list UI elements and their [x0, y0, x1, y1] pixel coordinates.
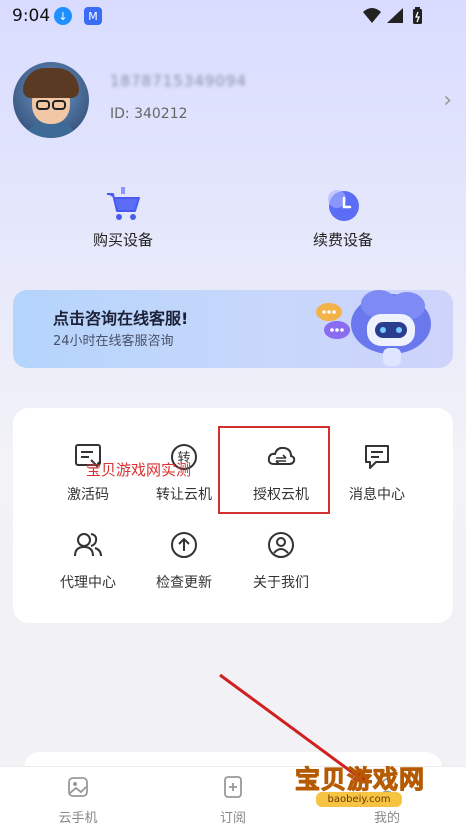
avatar[interactable]: [13, 62, 89, 138]
support-robot-icon: [316, 290, 431, 366]
message-center-label: 消息中心: [349, 487, 405, 503]
signal-icon: [387, 8, 403, 23]
update-icon: [171, 532, 197, 558]
about-icon: [268, 532, 294, 558]
agent-center-button[interactable]: 代理中心: [40, 530, 136, 592]
renew-device-button[interactable]: 续费设备: [283, 185, 403, 250]
highlight-box: [218, 426, 330, 514]
battery-icon: [413, 7, 422, 24]
check-update-label: 检查更新: [156, 575, 212, 591]
watermark-logo: 宝贝游戏网: [294, 765, 426, 795]
wifi-icon: [363, 8, 381, 23]
check-update-button[interactable]: 检查更新: [136, 530, 232, 592]
tab-subscribe[interactable]: 订阅: [188, 775, 278, 826]
username: 1878715349094: [110, 72, 248, 90]
about-us-label: 关于我们: [253, 575, 309, 591]
banner-subtitle: 24小时在线客服咨询: [53, 334, 174, 349]
status-time: 9:04: [12, 6, 51, 26]
message-icon: [365, 445, 389, 469]
buy-device-button[interactable]: 购买设备: [63, 185, 183, 250]
renew-device-label: 续费设备: [312, 231, 373, 249]
buy-device-label: 购买设备: [92, 231, 153, 249]
tab-subscribe-label: 订阅: [219, 811, 246, 826]
subscribe-icon: [224, 776, 242, 798]
tab-cloud-phone-label: 云手机: [58, 811, 98, 826]
message-center-button[interactable]: 消息中心: [329, 442, 425, 504]
user-id: ID: 340212: [110, 106, 188, 122]
watermark-overlay-text: 宝贝游戏网实测: [86, 461, 192, 479]
chevron-right-icon[interactable]: ›: [443, 88, 452, 113]
tab-mine-label: 我的: [373, 811, 400, 826]
about-us-button[interactable]: 关于我们: [233, 530, 329, 592]
status-bar: 9:04 ↓ M: [0, 0, 466, 32]
cart-icon: [103, 185, 143, 225]
banner-title: 点击咨询在线客服!: [53, 309, 189, 328]
profile-header[interactable]: 1878715349094 ID: 340212 ›: [0, 60, 466, 140]
customer-service-banner[interactable]: 点击咨询在线客服! 24小时在线客服咨询: [13, 290, 453, 368]
activation-code-label: 激活码: [67, 487, 109, 503]
status-icons: [363, 7, 422, 24]
device-actions: 购买设备 续费设备: [0, 185, 466, 255]
download-icon: ↓: [54, 7, 72, 25]
agent-center-label: 代理中心: [60, 575, 116, 591]
agent-icon: [74, 533, 102, 557]
watermark-url: baobeiy.com: [316, 792, 402, 807]
cloud-phone-icon: [68, 777, 88, 797]
app-m-icon: M: [84, 7, 102, 25]
tab-cloud-phone[interactable]: 云手机: [33, 775, 123, 826]
clock-icon: [323, 185, 363, 225]
